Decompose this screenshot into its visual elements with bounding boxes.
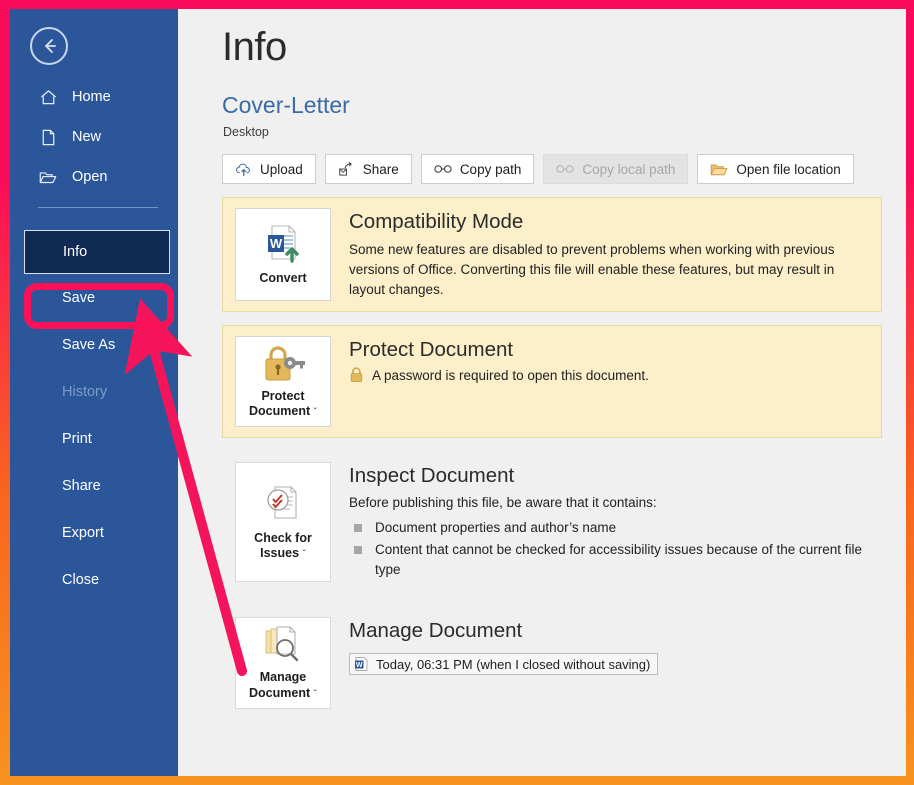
compatibility-mode-card: W Convert Compatibility Mode Some new fe… bbox=[222, 197, 882, 312]
backstage-sidebar: Home New Open Info Save Save As History … bbox=[10, 9, 178, 776]
sidebar-item-label: History bbox=[62, 383, 108, 400]
copy-local-path-button: Copy local path bbox=[543, 154, 689, 185]
back-button[interactable] bbox=[30, 27, 68, 65]
sidebar-item-save-as[interactable]: Save As bbox=[10, 321, 178, 368]
protect-document-button[interactable]: Protect Document ˇ bbox=[235, 335, 331, 427]
folder-open-icon bbox=[710, 162, 728, 177]
sidebar-item-print[interactable]: Print bbox=[10, 415, 178, 462]
share-button[interactable]: Share bbox=[324, 154, 412, 185]
chevron-down-icon: ˇ bbox=[313, 407, 317, 419]
upload-button[interactable]: Upload bbox=[222, 154, 316, 185]
link-icon bbox=[556, 163, 574, 175]
sidebar-item-info[interactable]: Info bbox=[24, 230, 170, 274]
card-title: Manage Document bbox=[349, 619, 523, 643]
card-text: Some new features are disabled to preven… bbox=[349, 241, 835, 298]
sidebar-item-label: Save bbox=[62, 289, 96, 306]
button-label: Share bbox=[362, 161, 399, 177]
chevron-down-icon: ˇ bbox=[313, 689, 317, 701]
sidebar-item-history: History bbox=[10, 368, 178, 415]
card-title: Protect Document bbox=[349, 337, 514, 361]
card-title: Compatibility Mode bbox=[349, 210, 524, 234]
sidebar-item-label: New bbox=[72, 129, 102, 145]
lock-key-icon bbox=[265, 346, 305, 381]
button-label: Convert bbox=[259, 270, 307, 285]
open-file-location-button[interactable]: Open file location bbox=[697, 154, 854, 185]
check-for-issues-button[interactable]: Check for Issues ˇ bbox=[235, 461, 331, 583]
sidebar-item-export[interactable]: Export bbox=[10, 509, 178, 556]
home-icon bbox=[38, 87, 58, 107]
sidebar-item-label: Home bbox=[72, 89, 111, 105]
card-intro: Before publishing this file, be aware th… bbox=[349, 495, 657, 511]
button-label: Upload bbox=[260, 161, 303, 177]
file-actions-toolbar: Upload Share Copy path Copy local path O… bbox=[222, 154, 882, 185]
list-item: Content that cannot be checked for acces… bbox=[349, 540, 869, 579]
card-body: Compatibility Mode Some new features are… bbox=[331, 208, 869, 300]
inspect-document-card: Check for Issues ˇ Inspect Document Befor… bbox=[222, 451, 882, 594]
sidebar-item-open[interactable]: Open bbox=[10, 157, 178, 197]
manage-document-card: Manage Document ˇ Manage Document W Today… bbox=[222, 606, 882, 719]
open-folder-icon bbox=[38, 167, 58, 187]
cloud-upload-icon bbox=[235, 162, 252, 177]
card-body: Manage Document W Today, 06:31 PM (when … bbox=[331, 617, 869, 708]
sidebar-main-group: Info Save Save As History Print Share Ex… bbox=[10, 230, 178, 603]
button-label: Copy path bbox=[459, 161, 522, 177]
word-backstage-view: Home New Open Info Save Save As History … bbox=[10, 9, 906, 776]
sidebar-item-new[interactable]: New bbox=[10, 117, 178, 157]
button-label: Copy local path bbox=[582, 161, 676, 177]
card-body: Inspect Document Before publishing this … bbox=[331, 462, 869, 583]
new-document-icon bbox=[38, 127, 58, 147]
protect-status-text: A password is required to open this docu… bbox=[372, 367, 649, 383]
inspect-findings-list: Document properties and author’s name Co… bbox=[349, 518, 869, 580]
chevron-down-icon: ˇ bbox=[302, 549, 306, 561]
sidebar-item-label: Share bbox=[62, 477, 101, 494]
word-convert-icon: W bbox=[268, 225, 299, 263]
manage-document-button[interactable]: Manage Document ˇ bbox=[235, 617, 331, 709]
annotated-screenshot-frame: Home New Open Info Save Save As History … bbox=[0, 0, 914, 785]
convert-button[interactable]: W Convert bbox=[235, 208, 331, 301]
sidebar-item-home[interactable]: Home bbox=[10, 77, 178, 117]
document-name: Cover-Letter bbox=[222, 92, 350, 118]
back-arrow-icon bbox=[45, 39, 56, 53]
page-title: Info bbox=[222, 25, 287, 69]
sidebar-divider bbox=[38, 207, 158, 208]
unsaved-version-item[interactable]: W Today, 06:31 PM (when I closed without… bbox=[349, 653, 659, 676]
list-item: Document properties and author’s name bbox=[349, 518, 869, 538]
sidebar-item-label: Info bbox=[63, 244, 88, 260]
sidebar-item-label: Close bbox=[62, 571, 100, 588]
card-title: Inspect Document bbox=[349, 463, 515, 487]
inspect-document-icon bbox=[267, 485, 297, 519]
info-pane: Info Cover-Letter Desktop Upload Share C… bbox=[178, 9, 906, 776]
document-path: Desktop bbox=[223, 125, 269, 140]
svg-text:W: W bbox=[270, 236, 283, 251]
link-icon bbox=[434, 163, 452, 175]
small-lock-icon bbox=[350, 367, 363, 383]
copy-path-button[interactable]: Copy path bbox=[420, 154, 535, 185]
svg-text:W: W bbox=[356, 662, 363, 669]
protect-status: A password is required to open this docu… bbox=[349, 367, 869, 383]
sidebar-item-close[interactable]: Close bbox=[10, 556, 178, 603]
sidebar-item-label: Save As bbox=[62, 336, 116, 353]
button-label: Open file location bbox=[736, 161, 841, 177]
sidebar-item-share[interactable]: Share bbox=[10, 462, 178, 509]
sidebar-item-save[interactable]: Save bbox=[10, 274, 178, 321]
sidebar-item-label: Open bbox=[72, 169, 108, 185]
sidebar-item-label: Export bbox=[62, 524, 104, 541]
card-body: Protect Document A password is required … bbox=[331, 336, 869, 427]
share-icon bbox=[338, 161, 355, 177]
button-label: Check for Issues ˇ bbox=[254, 530, 312, 561]
button-label: Protect Document ˇ bbox=[249, 388, 317, 419]
word-file-icon: W bbox=[355, 657, 368, 671]
protect-document-card: Protect Document ˇ Protect Document A pas… bbox=[222, 324, 882, 438]
version-label: Today, 06:31 PM (when I closed without s… bbox=[376, 656, 651, 672]
sidebar-top-group: Home New Open bbox=[10, 77, 178, 214]
manage-document-icon bbox=[265, 626, 299, 662]
sidebar-item-label: Print bbox=[62, 430, 92, 447]
button-label: Manage Document ˇ bbox=[249, 670, 317, 701]
